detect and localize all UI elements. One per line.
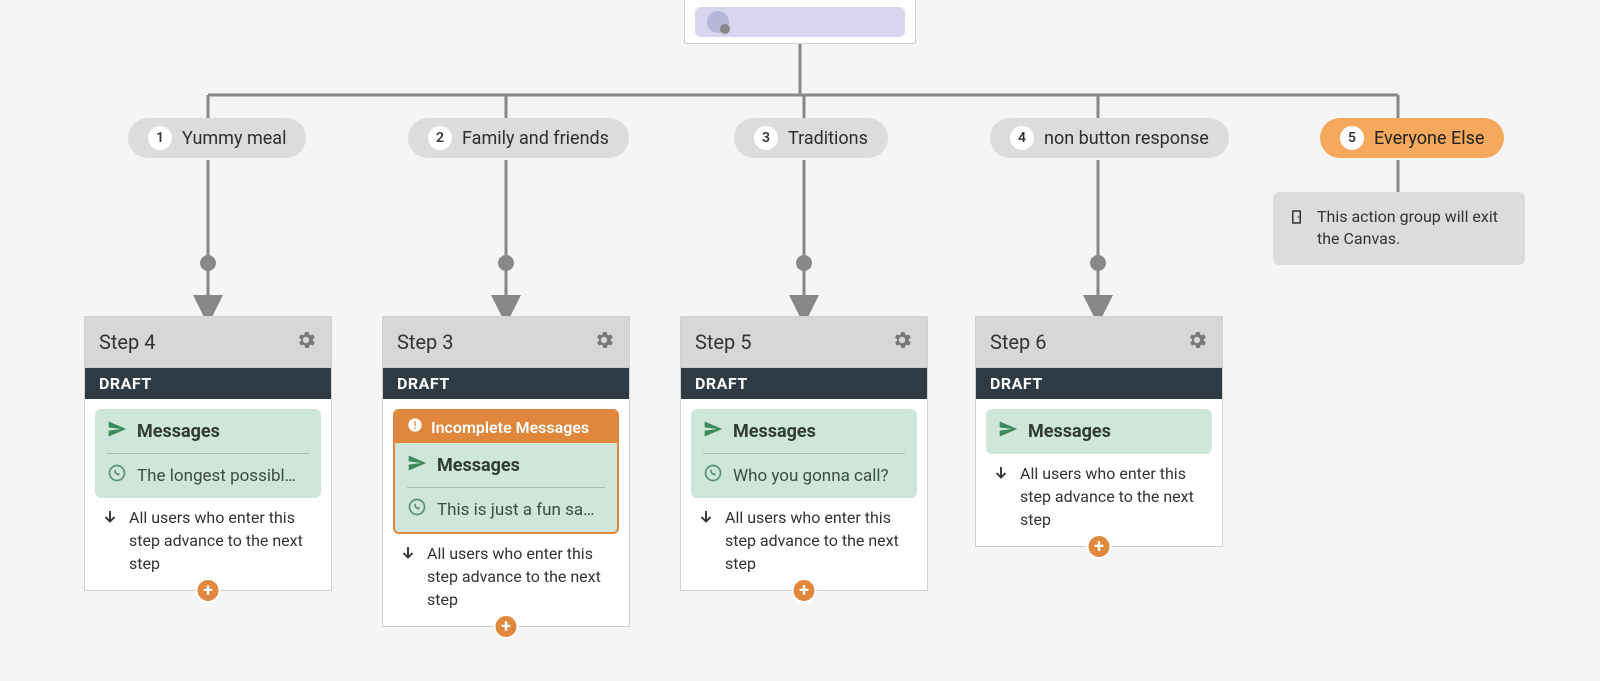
step-title: Step 5 <box>695 330 751 354</box>
arrow-down-icon <box>992 464 1010 488</box>
advance-text: All users who enter this step advance to… <box>725 506 911 576</box>
step-card-5[interactable]: Step 5 DRAFT Messages Who you gonna call… <box>680 316 928 591</box>
exit-info-card: This action group will exit the Canvas. <box>1273 192 1525 265</box>
user-group-icon <box>707 11 729 33</box>
advance-text: All users who enter this step advance to… <box>427 542 613 612</box>
whatsapp-icon <box>107 463 127 488</box>
add-step-button[interactable]: + <box>1087 534 1112 559</box>
advance-text: All users who enter this step advance to… <box>1020 462 1206 532</box>
step-title: Step 3 <box>397 330 453 354</box>
branch-label: Traditions <box>788 128 868 149</box>
messages-title: Messages <box>1028 421 1111 442</box>
messages-block-incomplete[interactable]: Incomplete Messages Messages This is jus… <box>393 409 619 534</box>
send-icon <box>703 419 723 444</box>
draft-label: DRAFT <box>85 368 331 399</box>
whatsapp-icon <box>407 497 427 522</box>
arrow-down-icon <box>101 508 119 532</box>
parent-step-content <box>695 7 905 37</box>
gear-icon[interactable] <box>295 329 317 355</box>
advance-text: All users who enter this step advance to… <box>129 506 315 576</box>
arrow-down-icon <box>697 508 715 532</box>
branch-number: 4 <box>1010 126 1034 150</box>
message-preview: The longest possibl… <box>137 466 296 486</box>
step-title: Step 6 <box>990 330 1046 354</box>
incomplete-header: Incomplete Messages <box>395 411 617 443</box>
gear-icon[interactable] <box>1186 329 1208 355</box>
step-body: Messages Who you gonna call? All users w… <box>681 399 927 590</box>
divider <box>407 487 605 488</box>
advance-text-row: All users who enter this step advance to… <box>95 498 321 580</box>
step-card-4[interactable]: Step 4 DRAFT Messages The longest possib… <box>84 316 332 591</box>
draft-label: DRAFT <box>383 368 629 399</box>
send-icon <box>998 419 1018 444</box>
advance-text-row: All users who enter this step advance to… <box>986 454 1212 536</box>
step-title: Step 4 <box>99 330 155 354</box>
step-header: Step 3 <box>383 317 629 368</box>
step-header: Step 5 <box>681 317 927 368</box>
arrow-down-icon <box>399 544 417 568</box>
message-preview: This is just a fun sa… <box>437 500 595 520</box>
step-body: Messages All users who enter this step a… <box>976 399 1222 546</box>
whatsapp-icon <box>703 463 723 488</box>
parent-step-node[interactable] <box>684 0 916 44</box>
branch-label: Everyone Else <box>1374 128 1484 149</box>
draft-label: DRAFT <box>976 368 1222 399</box>
messages-title: Messages <box>437 455 520 476</box>
step-card-6[interactable]: Step 6 DRAFT Messages All users who ente… <box>975 316 1223 547</box>
branch-number: 5 <box>1340 126 1364 150</box>
branch-pill-4[interactable]: 4 non button response <box>990 118 1229 158</box>
step-body: Messages The longest possibl… All users … <box>85 399 331 590</box>
messages-block[interactable]: Messages <box>986 409 1212 454</box>
branch-label: Yummy meal <box>182 128 286 149</box>
advance-text-row: All users who enter this step advance to… <box>393 534 619 616</box>
branch-pill-5[interactable]: 5 Everyone Else <box>1320 118 1504 158</box>
branch-label: non button response <box>1044 128 1209 149</box>
exit-info-text: This action group will exit the Canvas. <box>1317 206 1509 251</box>
step-header: Step 6 <box>976 317 1222 368</box>
step-body: Incomplete Messages Messages This is jus… <box>383 399 629 626</box>
branch-pill-3[interactable]: 3 Traditions <box>734 118 888 158</box>
divider <box>703 453 905 454</box>
add-step-button[interactable]: + <box>494 614 519 639</box>
messages-title: Messages <box>137 421 220 442</box>
gear-icon[interactable] <box>891 329 913 355</box>
divider <box>107 453 309 454</box>
add-step-button[interactable]: + <box>196 578 221 603</box>
messages-title: Messages <box>733 421 816 442</box>
messages-block[interactable]: Messages Who you gonna call? <box>691 409 917 498</box>
send-icon <box>407 453 427 478</box>
draft-label: DRAFT <box>681 368 927 399</box>
step-header: Step 4 <box>85 317 331 368</box>
branch-number: 1 <box>148 126 172 150</box>
message-preview: Who you gonna call? <box>733 466 889 486</box>
alert-icon <box>407 417 423 437</box>
step-card-3[interactable]: Step 3 DRAFT Incomplete Messages Message… <box>382 316 630 627</box>
send-icon <box>107 419 127 444</box>
branch-number: 2 <box>428 126 452 150</box>
gear-icon[interactable] <box>593 329 615 355</box>
branch-number: 3 <box>754 126 778 150</box>
advance-text-row: All users who enter this step advance to… <box>691 498 917 580</box>
branch-pill-1[interactable]: 1 Yummy meal <box>128 118 306 158</box>
branch-pill-2[interactable]: 2 Family and friends <box>408 118 629 158</box>
add-step-button[interactable]: + <box>792 578 817 603</box>
messages-block[interactable]: Messages The longest possibl… <box>95 409 321 498</box>
exit-door-icon <box>1289 206 1307 234</box>
incomplete-label: Incomplete Messages <box>431 418 589 437</box>
branch-label: Family and friends <box>462 128 609 149</box>
